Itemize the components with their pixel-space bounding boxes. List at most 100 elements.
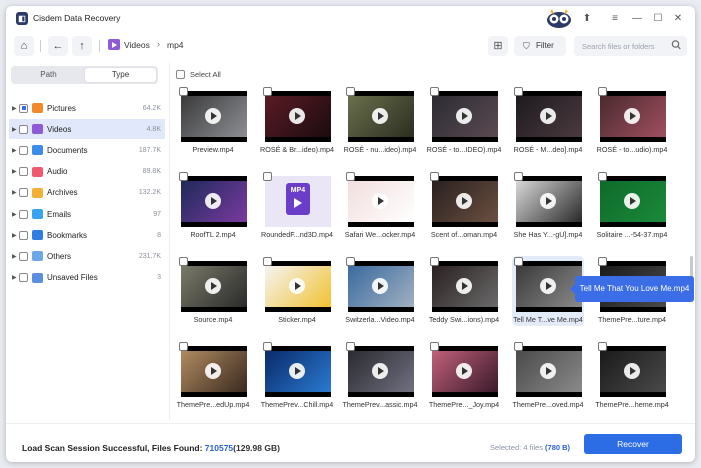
file-tile[interactable]: Switzerla...Video.mp4	[344, 256, 416, 326]
file-checkbox[interactable]	[263, 87, 272, 96]
sidebar-item-audio[interactable]: ▶ Audio 89.8K	[9, 162, 165, 182]
maximize-icon[interactable]: ☐	[651, 12, 665, 26]
expand-arrow-icon[interactable]: ▶	[9, 232, 18, 239]
file-checkbox[interactable]	[514, 342, 523, 351]
play-icon[interactable]	[289, 278, 305, 294]
file-checkbox[interactable]	[346, 342, 355, 351]
category-checkbox[interactable]	[19, 103, 28, 113]
file-checkbox[interactable]	[430, 172, 439, 181]
file-checkbox[interactable]	[430, 342, 439, 351]
category-checkbox[interactable]	[19, 167, 28, 177]
file-tile[interactable]: Preview.mp4	[177, 86, 249, 156]
expand-arrow-icon[interactable]: ▶	[9, 105, 18, 112]
file-tile[interactable]: ThemePrev...assic.mp4	[343, 341, 417, 411]
play-icon[interactable]	[624, 193, 640, 209]
file-tile[interactable]: Sticker.mp4	[261, 256, 333, 326]
category-checkbox[interactable]	[19, 188, 28, 198]
play-icon[interactable]	[372, 363, 388, 379]
minimize-icon[interactable]: —	[630, 12, 644, 26]
file-checkbox[interactable]	[430, 257, 439, 266]
play-icon[interactable]	[372, 193, 388, 209]
expand-arrow-icon[interactable]: ▶	[9, 253, 18, 260]
play-icon[interactable]	[205, 108, 221, 124]
file-checkbox[interactable]	[346, 257, 355, 266]
view-toggle-button[interactable]: ⊞	[488, 36, 508, 56]
category-checkbox[interactable]	[19, 273, 28, 283]
sidebar-item-pictures[interactable]: ▶ Pictures 64.2K	[9, 98, 165, 118]
expand-arrow-icon[interactable]: ▶	[9, 168, 18, 175]
file-checkbox[interactable]	[179, 172, 188, 181]
file-tile[interactable]: She Has Y...-gU].mp4	[512, 171, 584, 241]
category-checkbox[interactable]	[19, 124, 28, 134]
category-checkbox[interactable]	[19, 145, 28, 155]
play-icon[interactable]	[372, 108, 388, 124]
play-icon[interactable]	[456, 278, 472, 294]
file-checkbox[interactable]	[263, 257, 272, 266]
sidebar-item-bookmarks[interactable]: ▶ Bookmarks 8	[9, 225, 165, 245]
up-button[interactable]: ↑	[72, 36, 92, 56]
file-checkbox[interactable]	[514, 172, 523, 181]
file-checkbox[interactable]	[598, 172, 607, 181]
search-icon[interactable]	[671, 39, 681, 51]
file-checkbox[interactable]	[179, 87, 188, 96]
menu-icon[interactable]: ≡	[608, 12, 622, 26]
owl-mascot-icon[interactable]	[546, 8, 572, 28]
select-all-checkbox[interactable]	[176, 70, 185, 79]
file-checkbox[interactable]	[598, 342, 607, 351]
file-checkbox[interactable]	[263, 172, 272, 181]
play-icon[interactable]	[205, 363, 221, 379]
sidebar-item-unsaved-files[interactable]: ▶ Unsaved Files 3	[9, 268, 165, 288]
play-icon[interactable]	[205, 193, 221, 209]
file-tile[interactable]: Teddy Swi...ions).mp4	[428, 256, 500, 326]
play-icon[interactable]	[456, 363, 472, 379]
play-icon[interactable]	[540, 278, 556, 294]
file-tile[interactable]: RoofTL 2.mp4	[177, 171, 249, 241]
filter-button[interactable]: ⛉ Filter	[514, 36, 566, 56]
play-icon[interactable]	[205, 278, 221, 294]
file-checkbox[interactable]	[346, 87, 355, 96]
file-checkbox[interactable]	[430, 87, 439, 96]
tab-type[interactable]: Type	[85, 68, 156, 82]
file-checkbox[interactable]	[346, 172, 355, 181]
file-tile[interactable]: Safari We...ocker.mp4	[344, 171, 416, 241]
select-all[interactable]: Select All	[176, 70, 221, 79]
file-checkbox[interactable]	[263, 342, 272, 351]
file-tile[interactable]: Scent of...oman.mp4	[428, 171, 500, 241]
file-tile[interactable]: ThemePre..._Joy.mp4	[428, 341, 500, 411]
file-tile[interactable]: ThemePre...heme.mp4	[595, 341, 669, 411]
file-tile[interactable]: ROSÉ - M...deo].mp4	[512, 86, 584, 156]
file-tile[interactable]: ROSÉ - to...IDEO).mp4	[427, 86, 501, 156]
breadcrumb-videos[interactable]: Videos	[124, 40, 150, 50]
play-icon[interactable]	[289, 108, 305, 124]
play-icon[interactable]	[540, 363, 556, 379]
file-tile[interactable]: ThemePre...oved.mp4	[512, 341, 584, 411]
play-icon[interactable]	[540, 108, 556, 124]
play-icon[interactable]	[624, 108, 640, 124]
expand-arrow-icon[interactable]: ▶	[9, 147, 18, 154]
expand-arrow-icon[interactable]: ▶	[9, 274, 18, 281]
file-checkbox[interactable]	[179, 257, 188, 266]
expand-arrow-icon[interactable]: ▶	[9, 189, 18, 196]
recover-button[interactable]: Recover	[584, 434, 682, 454]
sidebar-item-archives[interactable]: ▶ Archives 132.2K	[9, 183, 165, 203]
file-tile[interactable]: ThemePrev...Chill.mp4	[261, 341, 333, 411]
back-button[interactable]: ←	[48, 36, 68, 56]
file-checkbox[interactable]	[598, 257, 607, 266]
file-tile[interactable]: ROSÉ - nu...ideo).mp4	[344, 86, 416, 156]
category-checkbox[interactable]	[19, 209, 28, 219]
sidebar-item-documents[interactable]: ▶ Documents 187.7K	[9, 140, 165, 160]
breadcrumb-mp4[interactable]: mp4	[167, 40, 184, 50]
expand-arrow-icon[interactable]: ▶	[9, 211, 18, 218]
file-tile[interactable]: MP4 RoundedF...nd3D.mp4	[261, 171, 333, 241]
category-checkbox[interactable]	[19, 251, 28, 261]
tab-path[interactable]: Path	[13, 68, 84, 82]
file-tile[interactable]: ROSÉ - to...udio).mp4	[596, 86, 668, 156]
play-icon[interactable]	[372, 278, 388, 294]
upgrade-icon[interactable]: ⬆	[580, 12, 594, 26]
file-tile[interactable]: ROSÉ & Br...ideo).mp4	[260, 86, 334, 156]
play-icon[interactable]	[456, 193, 472, 209]
file-checkbox[interactable]	[514, 87, 523, 96]
home-button[interactable]: ⌂	[14, 36, 34, 56]
play-icon[interactable]	[540, 193, 556, 209]
play-icon[interactable]	[289, 363, 305, 379]
